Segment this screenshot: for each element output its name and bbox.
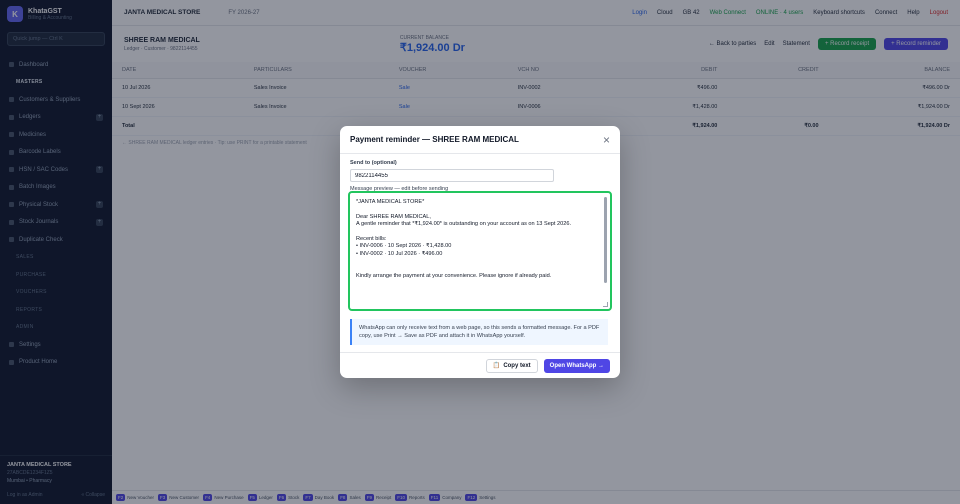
dialog-title: Payment reminder — SHREE RAM MEDICAL xyxy=(350,135,519,144)
message-line: *JANTA MEDICAL STORE* xyxy=(356,199,425,205)
message-line xyxy=(356,229,596,236)
message-line xyxy=(356,206,596,213)
textarea-scrollbar[interactable] xyxy=(604,197,607,283)
open-whatsapp-button[interactable]: Open WhatsApp → xyxy=(543,358,610,373)
dialog-body: Send to (optional) Message preview — edi… xyxy=(340,154,620,345)
dialog-header: Payment reminder — SHREE RAM MEDICAL × xyxy=(340,126,620,154)
message-line: • INV-0006 · 10 Sept 2026 · ₹1,428.00 xyxy=(356,243,452,250)
phone-input[interactable] xyxy=(350,169,554,182)
message-line: • INV-0002 · 10 Jul 2026 · ₹496.00 xyxy=(356,250,443,257)
message-line xyxy=(356,258,596,265)
payment-reminder-dialog: Payment reminder — SHREE RAM MEDICAL × S… xyxy=(340,126,620,378)
clipboard-icon: 📋 xyxy=(492,363,501,369)
copy-text-button[interactable]: 📋 Copy text xyxy=(485,358,538,373)
message-line: Kindly arrange the payment at your conve… xyxy=(356,273,552,279)
resize-handle-icon[interactable] xyxy=(603,302,608,307)
copy-text-label: Copy text xyxy=(503,362,531,369)
message-line xyxy=(356,266,596,273)
message-content[interactable]: *JANTA MEDICAL STORE* Dear SHREE RAM MEDI… xyxy=(350,193,610,309)
message-line: A gentle reminder that *₹1,924.00* is ou… xyxy=(356,221,572,228)
send-to-label: Send to (optional) xyxy=(350,160,397,166)
close-icon[interactable]: × xyxy=(603,134,610,146)
message-textarea[interactable]: *JANTA MEDICAL STORE* Dear SHREE RAM MEDI… xyxy=(348,191,612,311)
dialog-footer: 📋 Copy text Open WhatsApp → xyxy=(340,352,620,378)
info-note: WhatsApp can only receive text from a we… xyxy=(350,319,608,345)
